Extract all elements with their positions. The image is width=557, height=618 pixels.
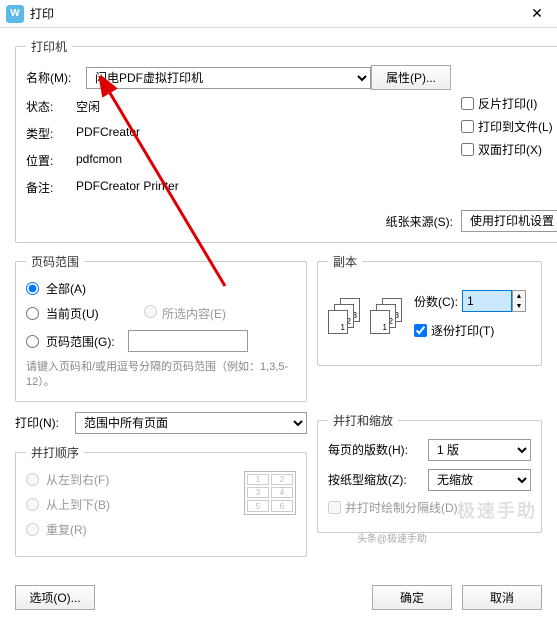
- window-title: 打印: [30, 5, 517, 22]
- page-range-fieldset: 页码范围 全部(A) 当前页(U) 所选内容(E) 页码范围(G): 请键入页码…: [15, 253, 307, 402]
- order-lr-radio: [26, 473, 39, 486]
- copies-spinner[interactable]: ▲▼: [462, 290, 526, 312]
- print-what-label: 打印(N):: [15, 414, 75, 431]
- printer-legend: 打印机: [26, 38, 72, 55]
- order-fieldset: 并打顺序 从左到右(F) 从上到下(B) 重复(R) 123456: [15, 444, 307, 557]
- cancel-button[interactable]: 取消: [462, 585, 542, 610]
- scale-legend: 并打和缩放: [328, 412, 398, 429]
- type-label: 类型:: [26, 125, 76, 142]
- page-range-hint: 请键入页码和/或用逗号分隔的页码范围（例如：1,3,5-12）。: [26, 360, 296, 391]
- spin-down-icon: ▼: [513, 301, 525, 311]
- comment-value: PDFCreator Printer: [76, 179, 179, 196]
- where-label: 位置:: [26, 152, 76, 169]
- range-all-radio[interactable]: [26, 282, 39, 295]
- order-diagram: 123456: [244, 471, 296, 515]
- draw-border-checkbox: 并打时绘制分隔线(D): [328, 499, 531, 516]
- page-range-input[interactable]: [128, 330, 248, 352]
- properties-button[interactable]: 属性(P)...: [371, 65, 451, 90]
- order-repeat-radio: [26, 523, 39, 536]
- status-label: 状态:: [26, 98, 76, 115]
- where-value: pdfcmon: [76, 152, 122, 169]
- printer-name-select[interactable]: 闪电PDF虚拟打印机: [86, 67, 371, 89]
- page-range-legend: 页码范围: [26, 253, 84, 270]
- scale-label: 按纸型缩放(Z):: [328, 471, 428, 488]
- printer-name-label: 名称(M):: [26, 69, 86, 86]
- options-button[interactable]: 选项(O)...: [15, 585, 95, 610]
- close-icon[interactable]: ✕: [517, 0, 557, 28]
- spin-up-icon: ▲: [513, 291, 525, 301]
- collate-diagram: 321 321: [328, 298, 404, 338]
- range-current-radio[interactable]: [26, 307, 39, 320]
- order-legend: 并打顺序: [26, 444, 84, 461]
- type-value: PDFCreator: [76, 125, 140, 142]
- scale-select[interactable]: 无缩放: [428, 469, 531, 491]
- printer-fieldset: 打印机 名称(M): 闪电PDF虚拟打印机 属性(P)... 状态:空闲 类型:…: [15, 38, 557, 243]
- attribution-text: 头条@极速手助: [357, 530, 427, 545]
- status-value: 空闲: [76, 98, 100, 115]
- per-sheet-select[interactable]: 1 版: [428, 439, 531, 461]
- range-selection-radio: [144, 305, 157, 318]
- range-pages-radio[interactable]: [26, 335, 39, 348]
- order-tb-radio: [26, 498, 39, 511]
- copies-fieldset: 副本 321 321 份数(C): ▲▼ 逐份打印(T): [317, 253, 542, 366]
- copies-legend: 副本: [328, 253, 362, 270]
- reverse-print-checkbox[interactable]: 反片打印(I): [461, 95, 557, 112]
- paper-source-label: 纸张来源(S):: [386, 213, 453, 230]
- print-to-file-checkbox[interactable]: 打印到文件(L): [461, 118, 557, 135]
- scale-fieldset: 并打和缩放 每页的版数(H):1 版 按纸型缩放(Z):无缩放 并打时绘制分隔线…: [317, 412, 542, 533]
- comment-label: 备注:: [26, 179, 76, 196]
- app-logo: W: [6, 5, 24, 23]
- per-sheet-label: 每页的版数(H):: [328, 441, 428, 458]
- ok-button[interactable]: 确定: [372, 585, 452, 610]
- collate-checkbox[interactable]: 逐份打印(T): [414, 322, 526, 339]
- print-what-select[interactable]: 范围中所有页面: [75, 412, 307, 434]
- paper-source-select[interactable]: 使用打印机设置: [461, 210, 557, 232]
- copies-label: 份数(C):: [414, 293, 458, 310]
- duplex-checkbox[interactable]: 双面打印(X): [461, 141, 557, 158]
